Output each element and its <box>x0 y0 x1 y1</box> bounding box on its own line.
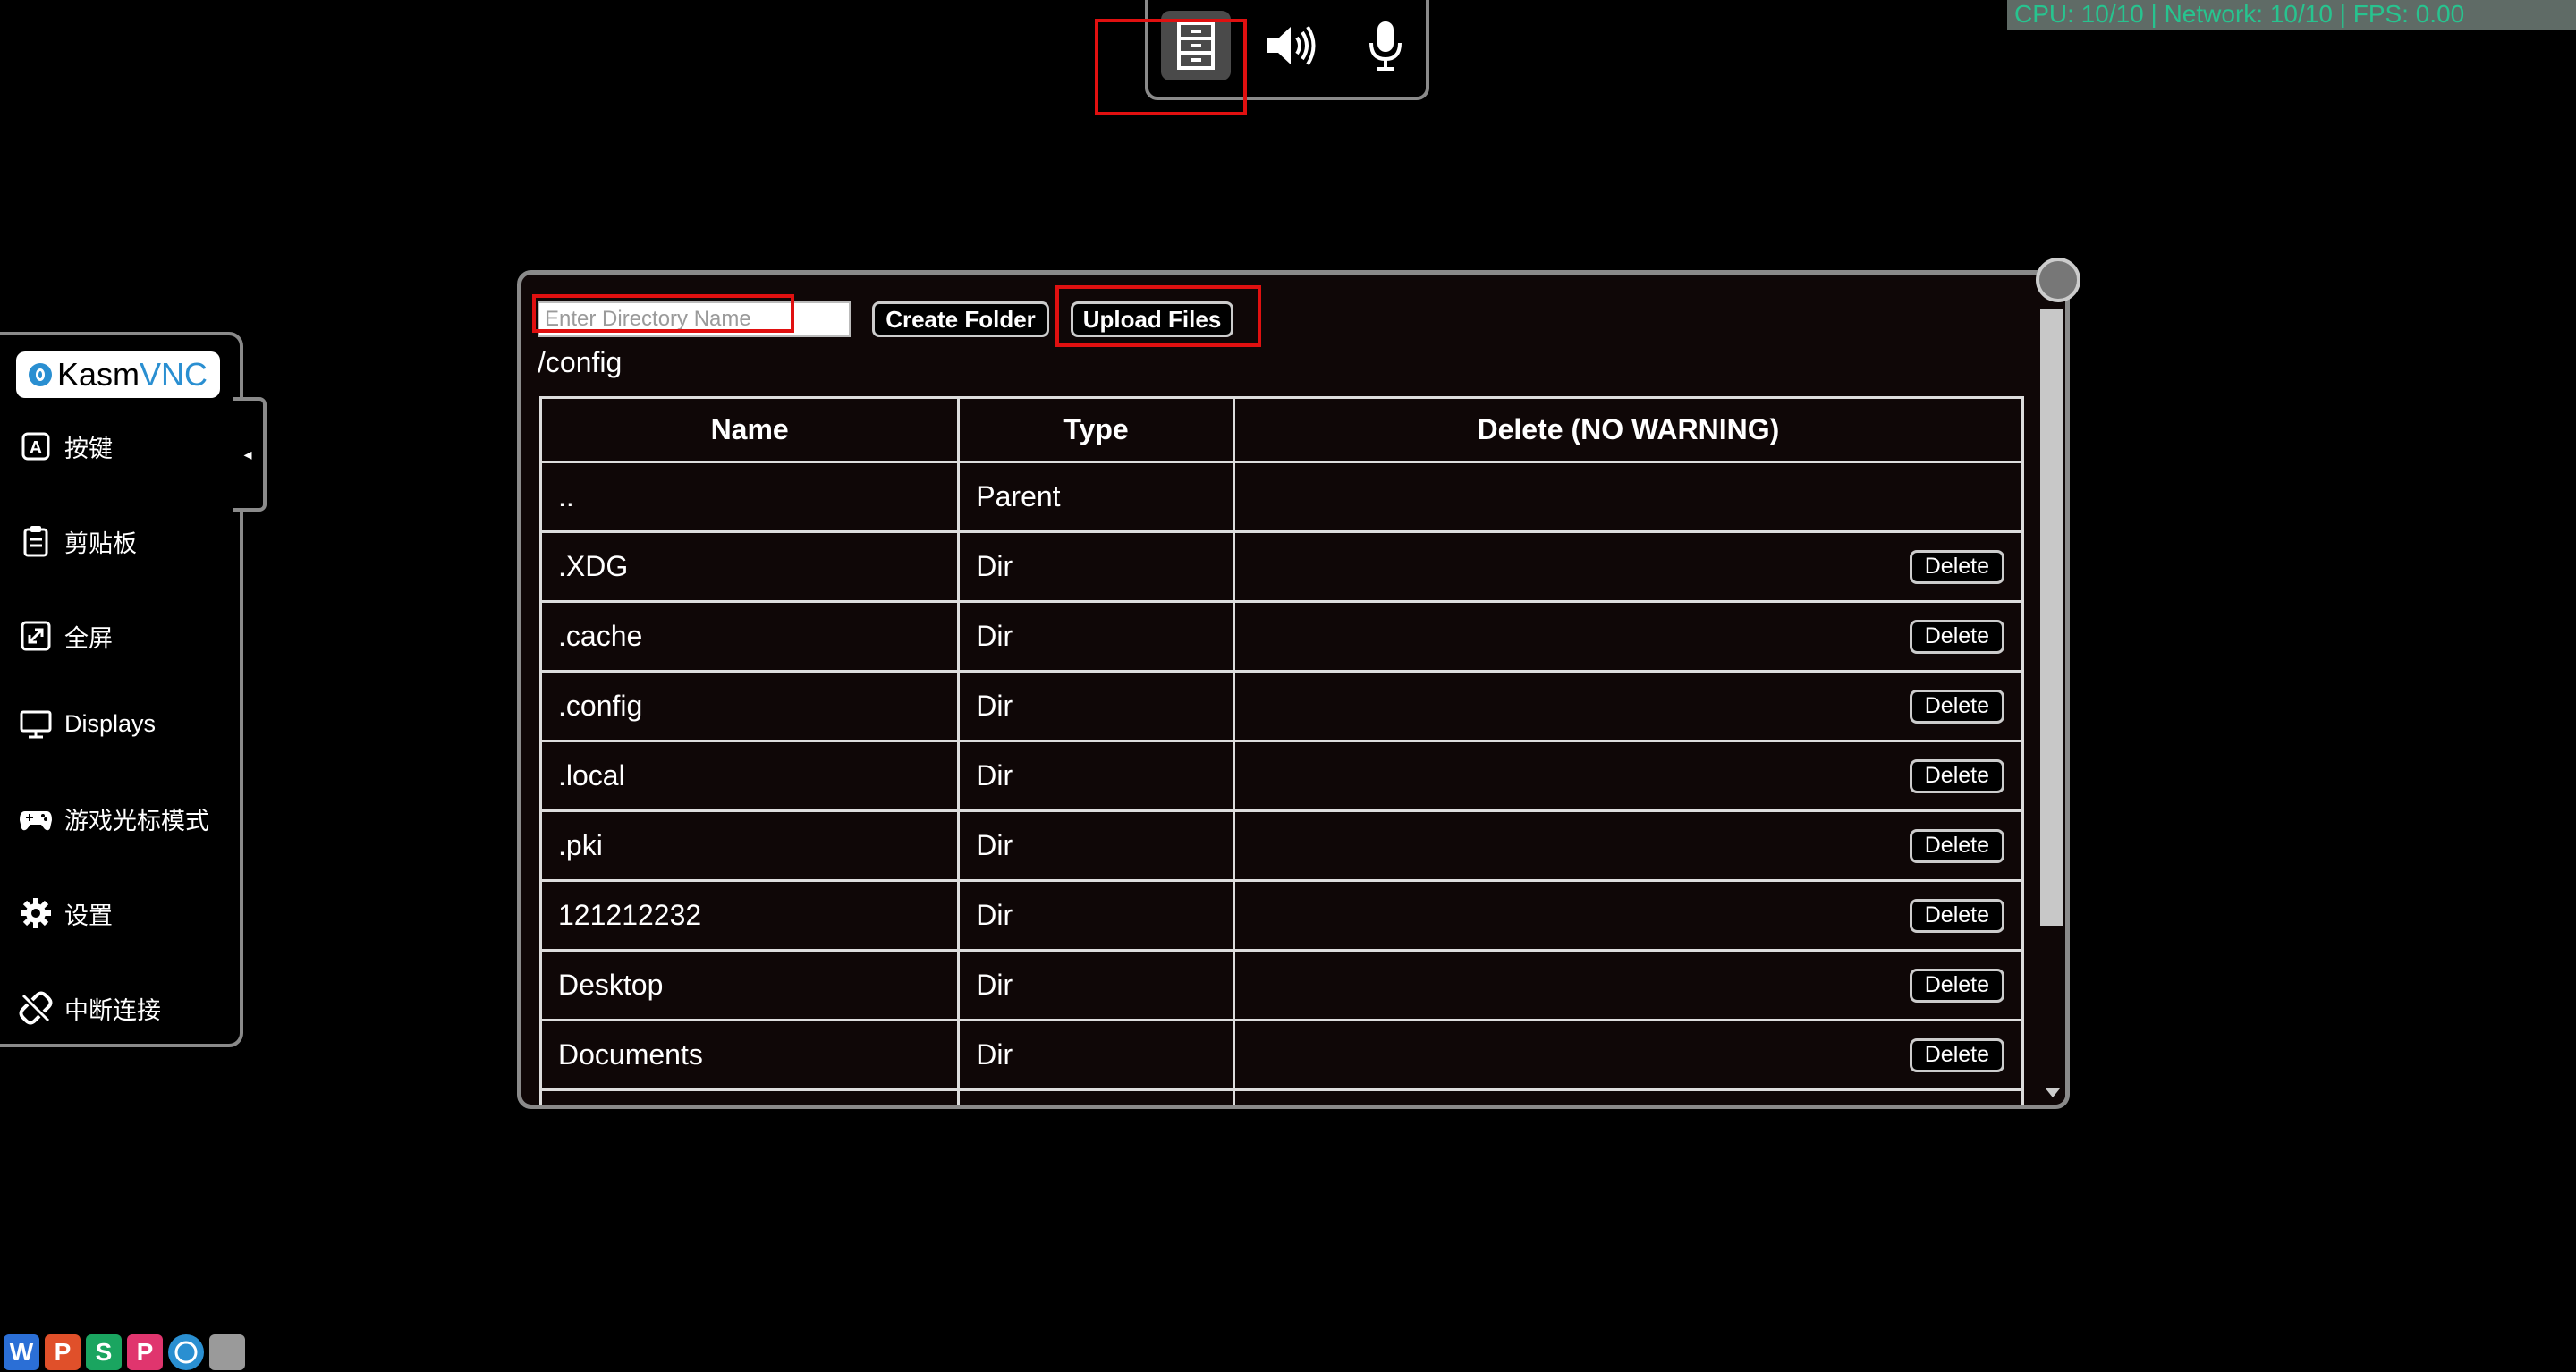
table-row[interactable]: Desktop Dir Delete <box>539 949 2024 1021</box>
file-type-cell <box>957 1088 1235 1105</box>
file-manager-close-button[interactable] <box>2036 258 2080 302</box>
delete-button[interactable]: Delete <box>1909 619 2004 654</box>
delete-cell: Delete <box>1232 879 2024 952</box>
current-path: /config <box>538 346 623 378</box>
file-name-cell[interactable]: Documents <box>539 1019 961 1091</box>
microphone-icon <box>1369 21 1402 71</box>
sidebar-item-disconnect[interactable]: 中断连接 <box>18 990 161 1026</box>
file-manager-window: Create Folder Upload Files /config Name … <box>517 270 2070 1109</box>
sidebar-item-keys[interactable]: A 按键 <box>18 428 113 464</box>
scroll-thumb[interactable] <box>2040 309 2063 926</box>
file-list-scrollbar[interactable] <box>2037 275 2065 1105</box>
gear-icon <box>21 898 51 928</box>
table-row[interactable]: .cache Dir Delete <box>539 600 2024 673</box>
delete-cell: Delete <box>1232 809 2024 882</box>
file-name-cell[interactable]: .XDG <box>539 530 961 603</box>
gamepad-icon <box>20 811 52 831</box>
delete-cell: Delete <box>1232 1088 2024 1110</box>
file-table-container: Name Type Delete (NO WARNING) .. Parent … <box>539 396 2024 1110</box>
browser-icon[interactable] <box>168 1334 204 1370</box>
table-row[interactable]: Documents Dir Delete <box>539 1019 2024 1091</box>
file-type-cell: Dir <box>957 740 1235 812</box>
file-name-cell[interactable]: .pki <box>539 809 961 882</box>
fullscreen-icon <box>21 621 51 651</box>
sidebar-item-game-cursor[interactable]: 游戏光标模式 <box>18 800 209 836</box>
file-type-cell: Dir <box>957 949 1235 1021</box>
delete-cell: Delete <box>1232 949 2024 1021</box>
performance-stats: CPU: 10/10 | Network: 10/10 | FPS: 0.00 <box>2007 0 2576 30</box>
highlight-box <box>1055 285 1261 347</box>
file-type-cell: Parent <box>957 461 1235 533</box>
table-row[interactable]: .local Dir Delete <box>539 740 2024 812</box>
table-row[interactable]: 121212232 Dir Delete <box>539 879 2024 952</box>
control-sidebar: Kasm VNC A 按键 剪贴板 全屏 Displays 游戏光标模式 设置 中… <box>0 332 243 1047</box>
highlight-box <box>1095 19 1247 115</box>
file-name-cell[interactable]: .config <box>539 670 961 742</box>
delete-button[interactable]: Delete <box>1910 1108 2004 1110</box>
clipboard-icon <box>23 526 48 557</box>
wps-writer-icon[interactable]: W <box>4 1334 39 1370</box>
file-table: Name Type Delete (NO WARNING) .. Parent … <box>539 396 2024 1110</box>
keyboard-key-icon: A <box>21 432 50 461</box>
svg-text:A: A <box>30 438 42 458</box>
collapse-arrow-icon: ◂ <box>243 445 252 463</box>
file-type-cell: Dir <box>957 670 1235 742</box>
table-header-row: Name Type Delete (NO WARNING) <box>539 396 2024 463</box>
sidebar-item-settings[interactable]: 设置 <box>18 895 113 931</box>
delete-button[interactable]: Delete <box>1909 1037 2004 1072</box>
delete-button[interactable]: Delete <box>1909 898 2004 933</box>
kasm-logo-icon <box>28 363 52 386</box>
file-name-cell[interactable]: .cache <box>539 600 961 673</box>
file-type-cell: Dir <box>957 879 1235 952</box>
delete-button[interactable]: Delete <box>1909 689 2004 724</box>
file-name-cell[interactable]: Desktop <box>539 949 961 1021</box>
sidebar-item-clipboard[interactable]: 剪贴板 <box>18 523 137 559</box>
sidebar-item-fullscreen[interactable]: 全屏 <box>18 618 113 654</box>
sidebar-item-displays[interactable]: Displays <box>18 706 156 741</box>
delete-button[interactable]: Delete <box>1909 968 2004 1003</box>
file-type-cell: Dir <box>957 530 1235 603</box>
file-name-cell[interactable]: 121212232 <box>539 879 961 952</box>
microphone-button[interactable] <box>1351 11 1420 80</box>
wps-spreadsheet-icon[interactable]: S <box>86 1334 122 1370</box>
sound-button[interactable] <box>1256 11 1326 80</box>
app-icon[interactable] <box>209 1334 245 1370</box>
kasmvnc-logo: Kasm VNC <box>16 351 220 398</box>
file-name-cell[interactable] <box>539 1088 961 1105</box>
delete-cell <box>1232 461 2024 533</box>
table-row[interactable]: Delete <box>539 1088 2024 1110</box>
column-header-name: Name <box>539 396 961 463</box>
sidebar-toggle-handle[interactable]: ◂ <box>233 397 267 512</box>
delete-cell: Delete <box>1232 740 2024 812</box>
file-type-cell: Dir <box>957 809 1235 882</box>
monitor-icon <box>20 710 52 739</box>
create-folder-button[interactable]: Create Folder <box>872 301 1049 337</box>
file-type-cell: Dir <box>957 600 1235 673</box>
highlight-box <box>532 294 794 333</box>
delete-button[interactable]: Delete <box>1909 758 2004 793</box>
wps-pdf-icon[interactable]: P <box>127 1334 163 1370</box>
wps-presentation-icon[interactable]: P <box>45 1334 80 1370</box>
column-header-delete: Delete (NO WARNING) <box>1232 396 2024 463</box>
disconnect-icon <box>19 991 53 1025</box>
column-header-type: Type <box>957 396 1235 463</box>
globe-icon <box>174 1341 198 1364</box>
file-type-cell: Dir <box>957 1019 1235 1091</box>
delete-cell: Delete <box>1232 670 2024 742</box>
table-row[interactable]: .config Dir Delete <box>539 670 2024 742</box>
table-row[interactable]: .. Parent <box>539 461 2024 533</box>
table-row[interactable]: .XDG Dir Delete <box>539 530 2024 603</box>
delete-cell: Delete <box>1232 530 2024 603</box>
delete-cell: Delete <box>1232 600 2024 673</box>
delete-button[interactable]: Delete <box>1909 549 2004 584</box>
delete-button[interactable]: Delete <box>1909 828 2004 863</box>
speaker-icon <box>1267 25 1316 66</box>
file-name-cell[interactable]: .local <box>539 740 961 812</box>
table-row[interactable]: .pki Dir Delete <box>539 809 2024 882</box>
taskbar: W P S P <box>4 1334 245 1370</box>
delete-cell: Delete <box>1232 1019 2024 1091</box>
scroll-down-arrow-icon[interactable] <box>2046 1088 2060 1097</box>
file-name-cell[interactable]: .. <box>539 461 961 533</box>
